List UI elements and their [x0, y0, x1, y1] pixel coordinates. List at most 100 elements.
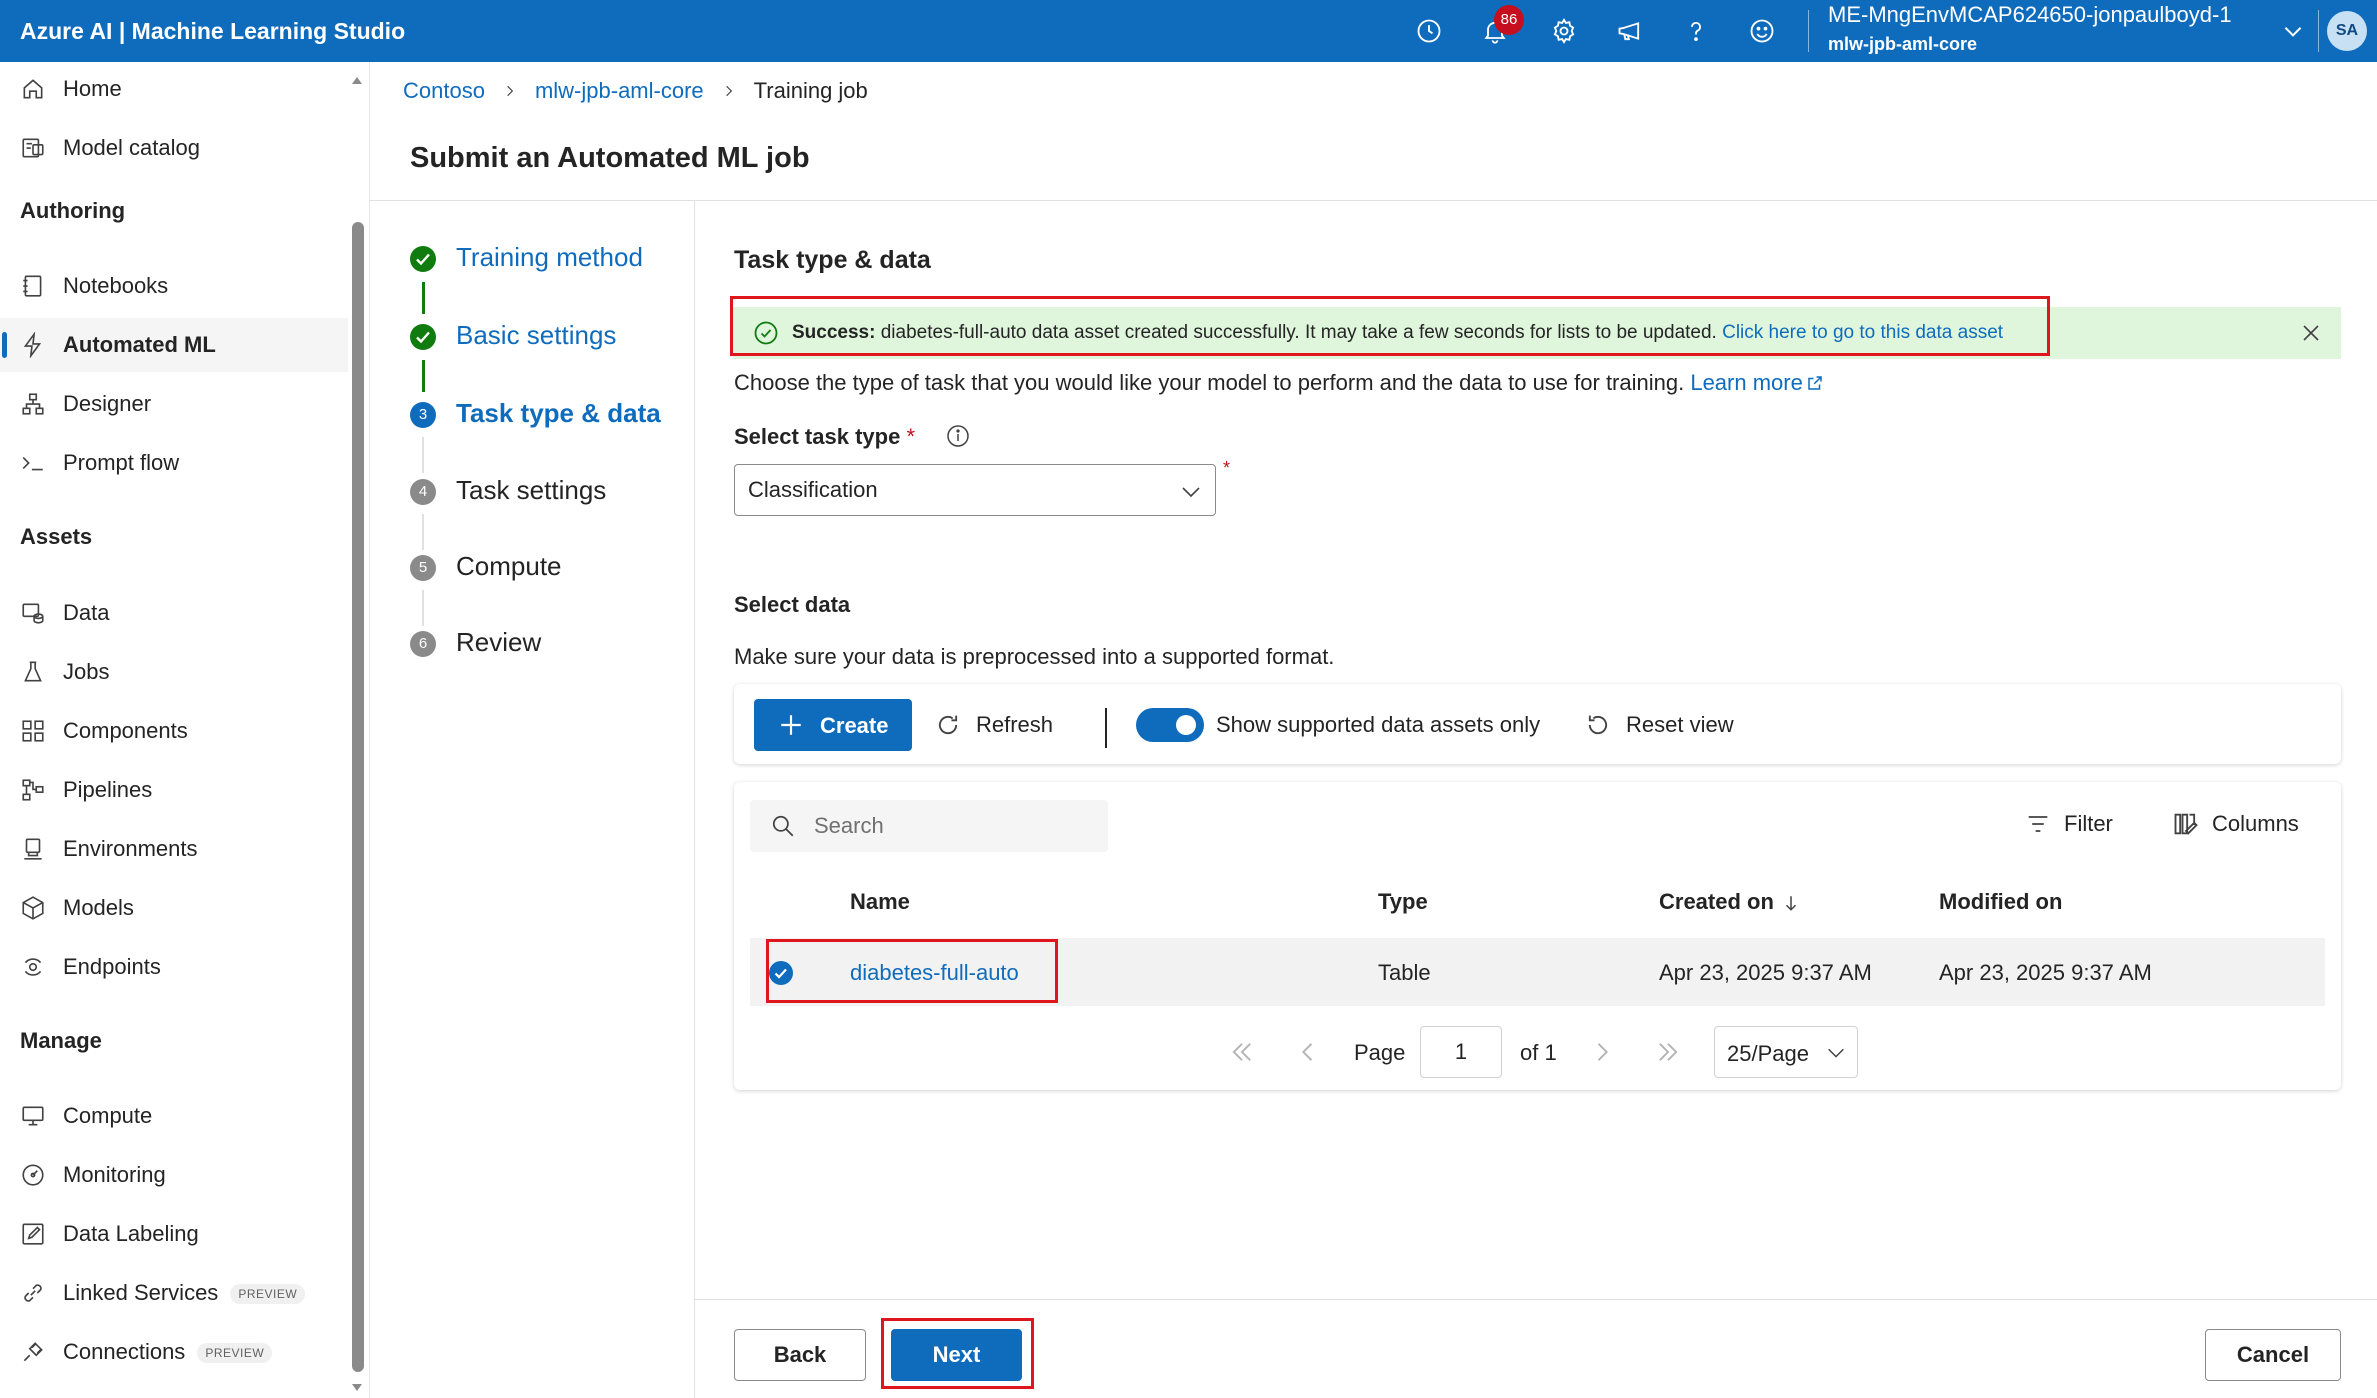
sidebar-item-label: Pipelines	[63, 777, 153, 802]
sidebar-item-models[interactable]: Models	[0, 881, 348, 935]
cancel-button[interactable]: Cancel	[2205, 1329, 2341, 1381]
gear-icon[interactable]	[1545, 12, 1583, 50]
supported-assets-toggle[interactable]	[1136, 708, 1204, 742]
step-label: Basic settings	[456, 320, 617, 350]
search-box[interactable]	[750, 800, 1108, 852]
previous-page-icon[interactable]	[1294, 1038, 1322, 1066]
chevron-down-icon	[2284, 27, 2302, 37]
sidebar-item-monitoring[interactable]: Monitoring	[0, 1148, 348, 1202]
sidebar-item-label: Connections PREVIEW	[63, 1339, 273, 1365]
required-mark: *	[1223, 458, 1231, 478]
task-type-value: Classification	[748, 477, 878, 502]
data-asset-modified: Apr 23, 2025 9:37 AM	[1939, 960, 2152, 985]
sidebar-item-linked-services[interactable]: Linked Services PREVIEW	[0, 1266, 348, 1320]
step-label: Compute	[456, 551, 562, 581]
required-mark: *	[906, 424, 915, 449]
highlight-box	[881, 1318, 1034, 1389]
avatar[interactable]: SA	[2327, 11, 2367, 51]
link-icon	[20, 1280, 46, 1306]
step-number: 6	[410, 631, 436, 657]
sidebar-item-model-catalog[interactable]: Model catalog	[0, 121, 348, 175]
sidebar-item-data[interactable]: Data	[0, 586, 348, 640]
toggle-label: Show supported data assets only	[1216, 712, 1541, 737]
help-icon[interactable]	[1677, 12, 1715, 50]
page-number-input[interactable]: 1	[1420, 1026, 1502, 1078]
filter-button[interactable]: Filter	[2024, 810, 2113, 838]
columns-button[interactable]: Columns	[2172, 810, 2299, 838]
select-data-description: Make sure your data is preprocessed into…	[734, 644, 1335, 669]
sidebar-item-label: Monitoring	[63, 1162, 166, 1187]
reset-view-button[interactable]: Reset view	[1584, 699, 1734, 751]
sidebar-item-label: Model catalog	[63, 135, 200, 160]
sidebar-item-components[interactable]: Components	[0, 704, 348, 758]
workspace-switcher[interactable]: ME-MngEnvMCAP624650-jonpaulboyd-1 mlw-jp…	[1828, 0, 2302, 62]
step-connector	[422, 590, 424, 626]
sidebar-item-automated-ml[interactable]: Automated ML	[0, 318, 348, 372]
app-brand[interactable]: Azure AI | Machine Learning Studio	[20, 0, 405, 62]
breadcrumb-current: Training job	[753, 78, 868, 103]
info-icon[interactable]	[945, 423, 971, 449]
history-icon[interactable]	[1410, 12, 1448, 50]
reset-view-label: Reset view	[1626, 712, 1734, 737]
sidebar-item-environments[interactable]: Environments	[0, 822, 348, 876]
breadcrumb-link-contoso[interactable]: Contoso	[403, 78, 485, 104]
refresh-button[interactable]: Refresh	[934, 699, 1053, 751]
sidebar-item-label: Endpoints	[63, 954, 161, 979]
pipelines-icon	[20, 777, 46, 803]
step-label: Task type & data	[456, 398, 661, 428]
smiley-icon[interactable]	[1743, 12, 1781, 50]
column-header-name[interactable]: Name	[850, 889, 910, 915]
task-type-label-text: Select task type	[734, 424, 901, 449]
step-label: Training method	[456, 242, 643, 272]
sort-descending-icon	[1785, 896, 1796, 911]
workspace-name: ME-MngEnvMCAP624650-jonpaulboyd-1	[1828, 2, 2232, 27]
bell-icon[interactable]: 86	[1476, 5, 1524, 50]
sidebar-scrollbar-thumb[interactable]	[352, 222, 364, 1372]
sidebar-item-prompt-flow[interactable]: Prompt flow	[0, 436, 348, 490]
chevron-right-icon	[507, 85, 514, 97]
sidebar-item-notebooks[interactable]: Notebooks	[0, 259, 348, 313]
step-connector	[422, 514, 424, 550]
sidebar-item-home[interactable]: Home	[0, 62, 348, 116]
sidebar-item-label: Prompt flow	[63, 450, 180, 475]
create-button[interactable]: Create	[754, 699, 912, 751]
sidebar-item-compute[interactable]: Compute	[0, 1089, 348, 1143]
sidebar-section-authoring: Authoring	[20, 198, 126, 223]
first-page-icon[interactable]	[1228, 1038, 1256, 1066]
highlight-box	[730, 296, 2050, 356]
search-input[interactable]	[814, 810, 1094, 842]
column-header-type[interactable]: Type	[1378, 889, 1428, 915]
page-size-value: 25/Page	[1727, 1041, 1809, 1066]
highlight-box	[766, 939, 1058, 1003]
learn-more-link[interactable]: Learn more	[1690, 370, 1824, 395]
header-divider	[370, 200, 2377, 201]
sidebar-item-connections[interactable]: Connections PREVIEW	[0, 1325, 348, 1379]
notification-count-badge: 86	[1494, 5, 1524, 35]
refresh-icon	[938, 715, 958, 735]
page-label: Page	[1354, 1040, 1406, 1065]
sidebar-item-label: Automated ML	[63, 332, 216, 357]
next-page-icon[interactable]	[1588, 1038, 1616, 1066]
back-button[interactable]: Back	[734, 1329, 866, 1381]
task-type-label: Select task type *	[734, 424, 915, 450]
sidebar-item-text: Linked Services	[63, 1280, 219, 1305]
sidebar-item-pipelines[interactable]: Pipelines	[0, 763, 348, 817]
edit-icon	[20, 1221, 46, 1247]
cube-icon	[20, 895, 46, 921]
preview-badge: PREVIEW	[197, 1343, 273, 1364]
column-header-modified[interactable]: Modified on	[1939, 889, 2062, 915]
megaphone-icon[interactable]	[1611, 12, 1649, 50]
last-page-icon[interactable]	[1654, 1038, 1682, 1066]
notebook-icon	[20, 273, 46, 299]
sidebar-item-designer[interactable]: Designer	[0, 377, 348, 431]
sidebar-item-endpoints[interactable]: Endpoints	[0, 940, 348, 994]
column-header-created[interactable]: Created on	[1659, 889, 1800, 915]
close-icon[interactable]	[2299, 321, 2323, 345]
sidebar-item-jobs[interactable]: Jobs	[0, 645, 348, 699]
breadcrumb-link-workspace[interactable]: mlw-jpb-aml-core	[535, 78, 704, 104]
task-type-dropdown[interactable]: Classification	[734, 464, 1216, 516]
sidebar-item-data-labeling[interactable]: Data Labeling	[0, 1207, 348, 1261]
automl-icon	[20, 332, 46, 358]
page-size-dropdown[interactable]: 25/Page	[1714, 1026, 1858, 1078]
sidebar-item-label: Designer	[63, 391, 152, 416]
